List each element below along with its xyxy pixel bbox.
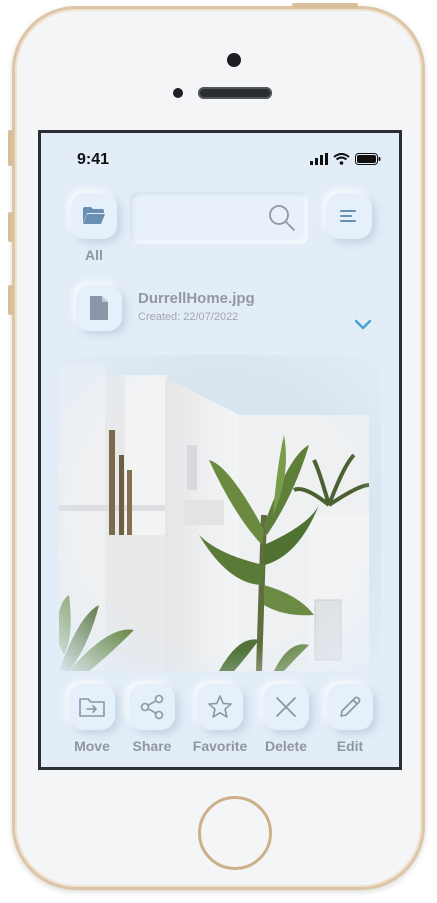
share-button[interactable]	[129, 684, 175, 730]
earpiece-speaker	[198, 87, 272, 99]
power-button[interactable]	[292, 3, 358, 8]
app-screen: 9:41 All DurrellHome.jpg Created: 22/07/…	[38, 130, 402, 770]
proximity-sensor	[173, 88, 183, 98]
pencil-icon	[340, 696, 361, 717]
folder-open-icon	[83, 207, 105, 224]
share-icon	[140, 694, 164, 720]
favorite-button[interactable]	[197, 684, 243, 730]
home-button[interactable]	[198, 796, 272, 870]
move-to-folder-icon	[79, 698, 105, 717]
volume-down-button[interactable]	[8, 285, 13, 315]
search-field[interactable]	[130, 192, 308, 244]
file-created-date: Created: 22/07/2022	[138, 311, 239, 323]
sort-lines-icon	[340, 210, 356, 222]
search-input[interactable]	[140, 206, 264, 230]
star-icon	[208, 695, 232, 718]
file-type-badge	[76, 285, 122, 331]
share-label: Share	[132, 738, 172, 754]
chevron-down-icon[interactable]	[354, 319, 372, 331]
close-icon	[276, 697, 296, 717]
folder-label: All	[85, 247, 103, 263]
status-icons	[310, 153, 381, 165]
document-icon	[90, 296, 108, 320]
menu-button[interactable]	[326, 193, 372, 239]
battery-icon	[355, 153, 381, 165]
edit-button[interactable]	[327, 684, 373, 730]
photo-image	[59, 355, 381, 671]
folder-button[interactable]	[71, 193, 117, 239]
signal-icon	[310, 153, 328, 165]
wifi-icon	[333, 153, 350, 165]
delete-button[interactable]	[263, 684, 309, 730]
move-button[interactable]	[69, 684, 115, 730]
delete-label: Delete	[264, 738, 308, 754]
favorite-label: Favorite	[192, 738, 248, 754]
status-time: 9:41	[77, 151, 110, 168]
front-camera	[227, 53, 241, 67]
photo-preview[interactable]	[59, 355, 381, 671]
search-icon[interactable]	[268, 204, 296, 232]
volume-up-button[interactable]	[8, 212, 13, 242]
mute-switch[interactable]	[8, 130, 13, 166]
file-name: DurrellHome.jpg	[138, 290, 255, 307]
edit-label: Edit	[336, 738, 364, 754]
